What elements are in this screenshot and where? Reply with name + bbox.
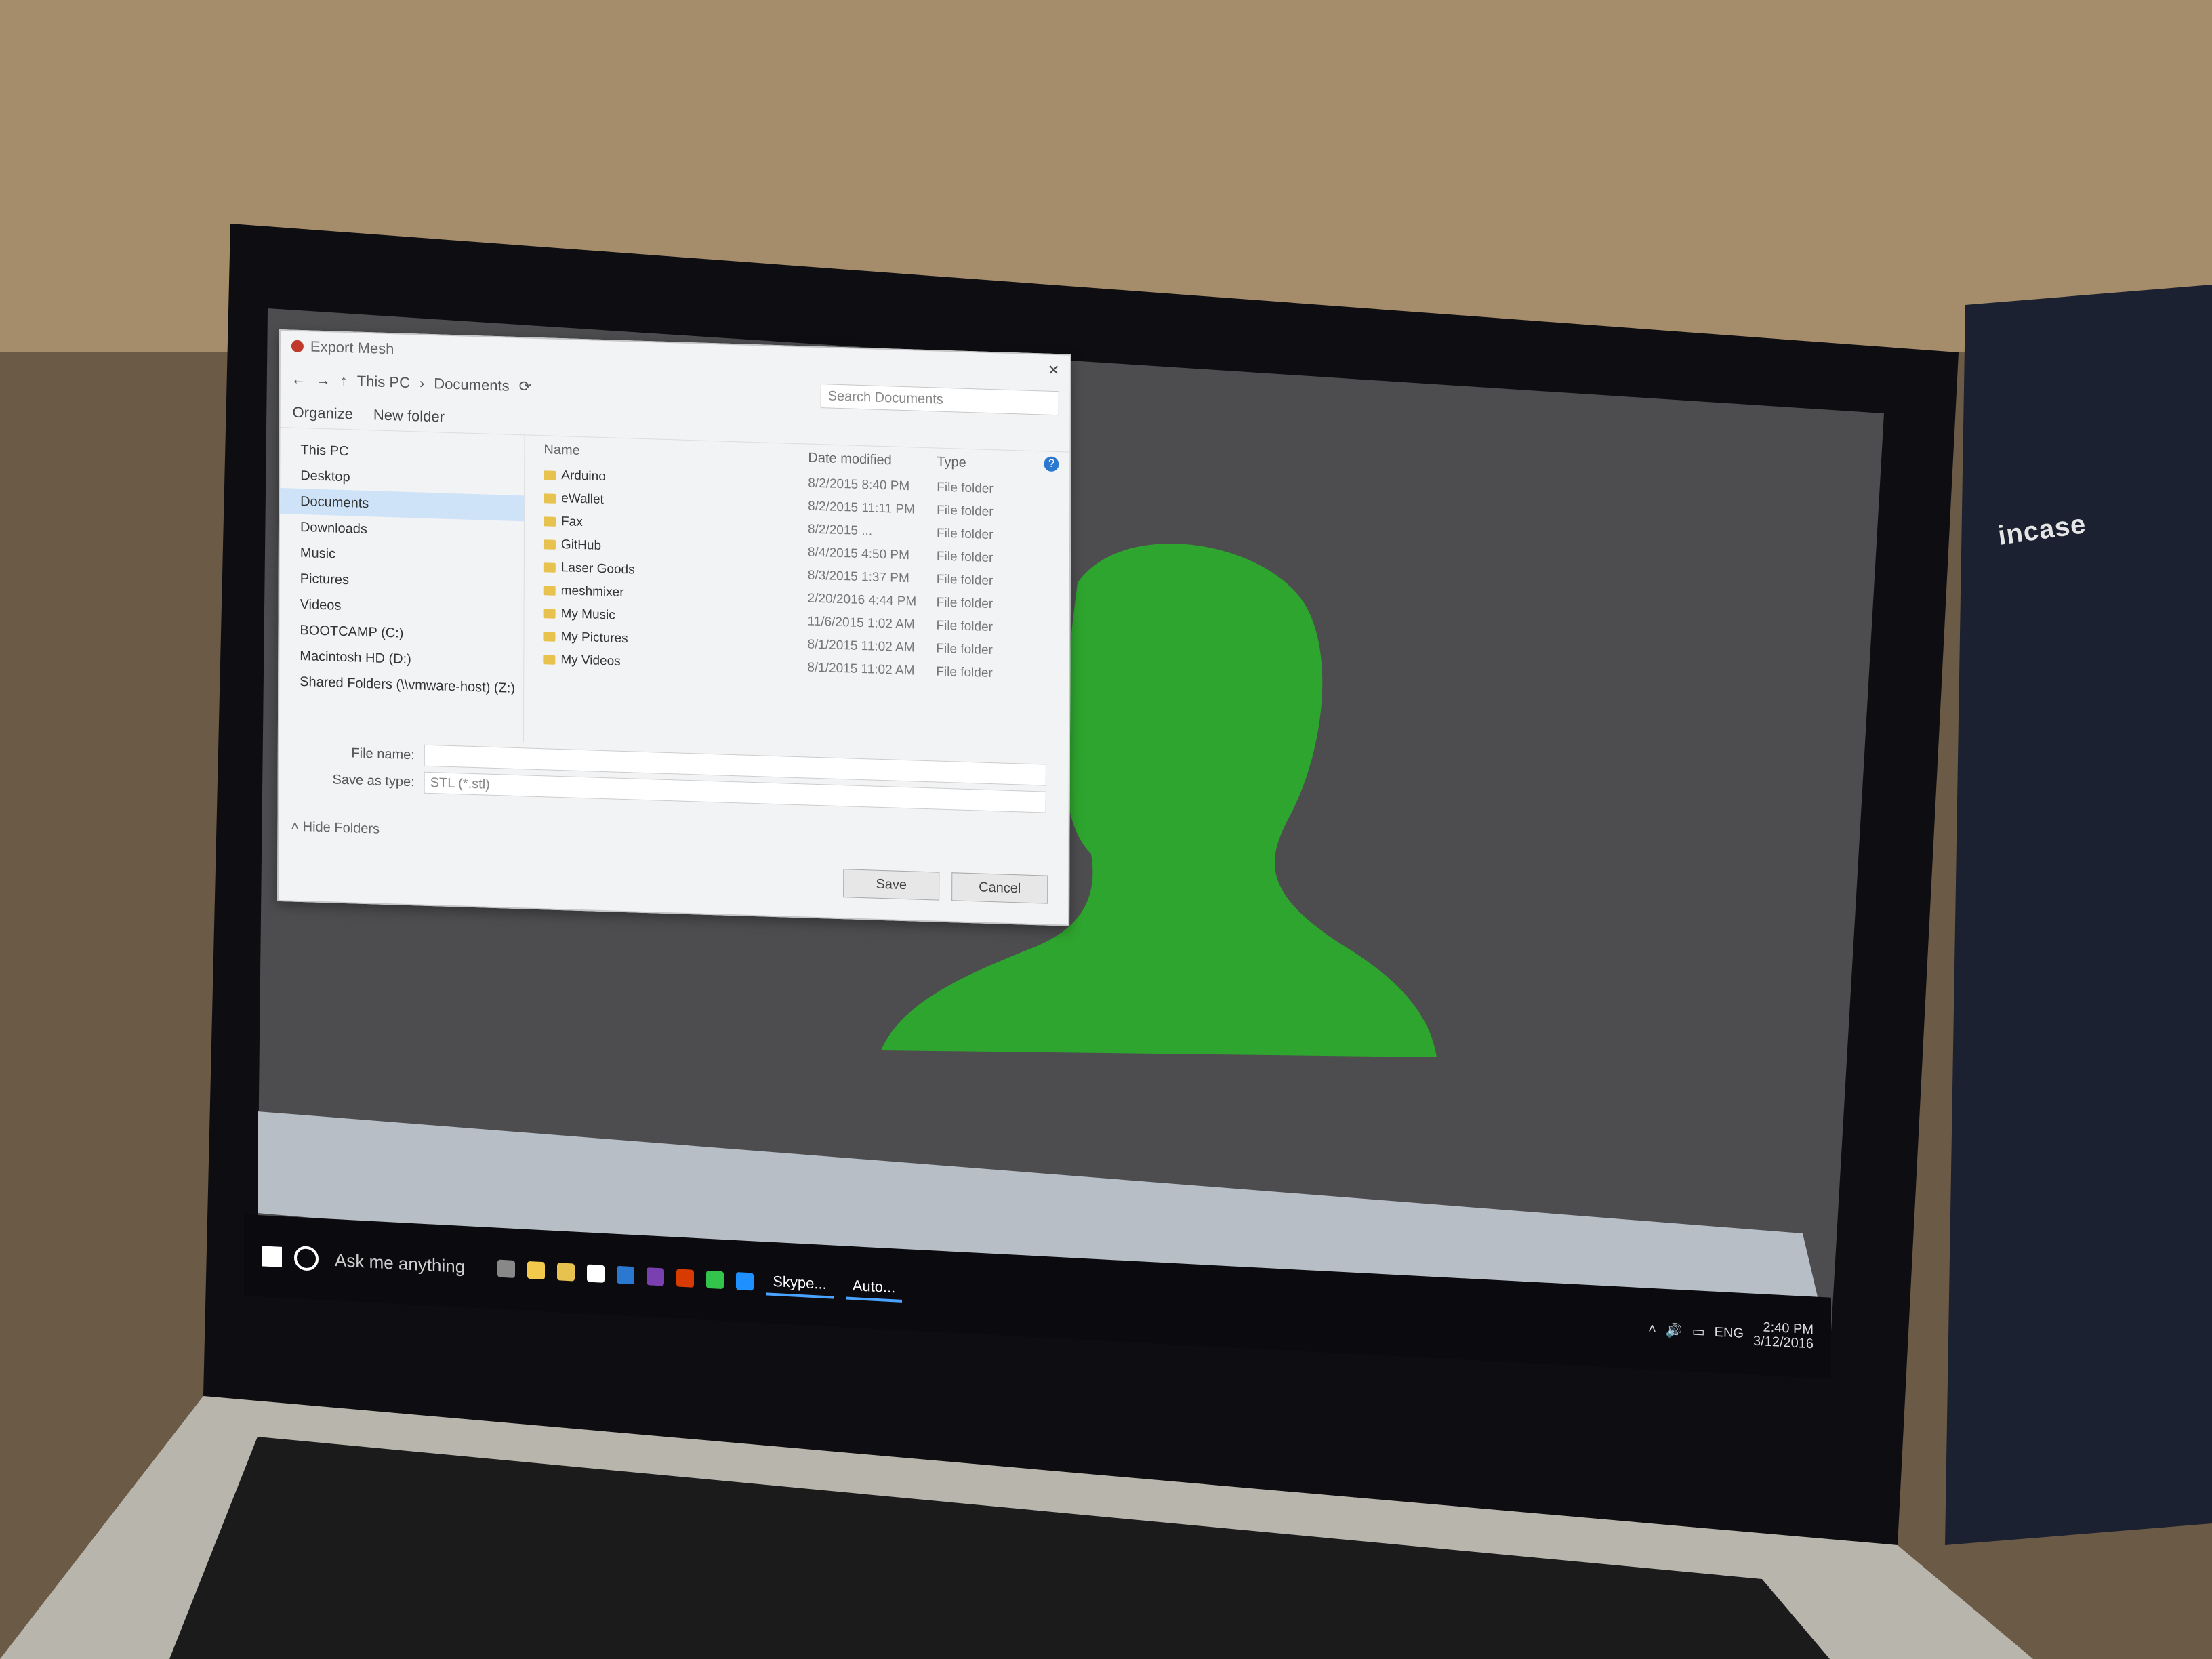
column-type[interactable]: Type xyxy=(937,454,966,470)
dialog-content: This PC Desktop Documents Downloads Musi… xyxy=(279,427,1070,760)
file-list: ? Name Date modified Type Arduino 8/2/20… xyxy=(524,434,1070,759)
file-type: File folder xyxy=(937,480,994,497)
column-date[interactable]: Date modified xyxy=(808,450,937,470)
clock-date: 3/12/2016 xyxy=(1753,1333,1814,1352)
app-icon xyxy=(291,340,304,353)
file-name: Fax xyxy=(561,514,583,530)
folder-icon xyxy=(544,470,556,480)
notifications-icon[interactable]: ▭ xyxy=(1692,1322,1705,1340)
nav-label: Macintosh HD (D:) xyxy=(300,648,411,667)
windows-start-icon[interactable] xyxy=(262,1246,282,1267)
folder-icon xyxy=(543,609,556,619)
cortana-search-text[interactable]: Ask me anything xyxy=(335,1250,465,1277)
column-name[interactable]: Name xyxy=(544,442,808,466)
file-name: Arduino xyxy=(561,468,606,485)
file-name: My Videos xyxy=(560,653,621,669)
file-date: 8/1/2015 11:02 AM xyxy=(807,637,915,655)
file-name: My Music xyxy=(560,607,615,623)
folder-icon xyxy=(543,586,556,596)
nav-label: Downloads xyxy=(300,519,367,537)
language-indicator[interactable]: ENG xyxy=(1715,1324,1744,1341)
task-view-icon[interactable] xyxy=(497,1259,516,1278)
file-date: 2/20/2016 4:44 PM xyxy=(807,591,917,609)
file-date: 11/6/2015 1:02 AM xyxy=(807,614,915,632)
forward-arrow-icon[interactable]: → xyxy=(316,371,331,390)
nav-label: This PC xyxy=(300,442,349,459)
file-type: File folder xyxy=(936,618,994,635)
chrome-icon[interactable] xyxy=(527,1261,546,1280)
back-arrow-icon[interactable]: ← xyxy=(291,371,306,389)
hide-folders-toggle[interactable]: ˄ Hide Folders xyxy=(279,819,1068,859)
folder-icon xyxy=(543,539,556,550)
breadcrumb-documents[interactable]: Documents xyxy=(434,375,509,394)
file-type: File folder xyxy=(936,572,994,589)
export-mesh-dialog: Export Mesh × ← → ↑ This PC › Documents … xyxy=(277,329,1071,926)
system-clock[interactable]: 2:40 PM 3/12/2016 xyxy=(1753,1319,1814,1352)
system-tray: ˄ 🔊 ▭ ENG 2:40 PM 3/12/2016 xyxy=(1648,1315,1814,1352)
dialog-buttons: Save Cancel xyxy=(843,869,1048,904)
nav-label: Music xyxy=(300,545,336,562)
nav-label: Shared Folders (\\vmware-host) (Z:) xyxy=(300,674,516,696)
folder-icon xyxy=(543,562,556,573)
file-explorer-icon[interactable] xyxy=(557,1263,575,1282)
nav-label: Pictures xyxy=(300,571,350,588)
file-name: Laser Goods xyxy=(560,560,635,577)
file-name: My Pictures xyxy=(560,630,628,647)
new-folder-button[interactable]: New folder xyxy=(373,406,445,426)
laptop-case xyxy=(1945,285,2212,1545)
skype-taskbar-item[interactable]: Skype... xyxy=(766,1269,834,1299)
chevron-up-icon[interactable]: ˄ xyxy=(1648,1321,1656,1337)
dialog-title: Export Mesh xyxy=(310,337,394,358)
close-icon[interactable]: × xyxy=(1048,359,1059,382)
breadcrumb-this-pc[interactable]: This PC xyxy=(357,373,410,392)
nav-label: BOOTCAMP (C:) xyxy=(300,622,404,641)
folder-icon xyxy=(544,493,556,504)
search-placeholder: Search Documents xyxy=(827,388,943,407)
file-type: File folder xyxy=(936,664,993,681)
refresh-icon[interactable]: ⟳ xyxy=(519,377,532,396)
file-date: 8/2/2015 8:40 PM xyxy=(808,476,910,494)
cancel-button[interactable]: Cancel xyxy=(951,872,1048,904)
github-icon[interactable] xyxy=(587,1264,605,1283)
file-type: File folder xyxy=(936,641,993,658)
file-date: 8/2/2015 ... xyxy=(808,522,873,539)
cortana-icon[interactable] xyxy=(294,1245,319,1271)
file-date: 8/4/2015 4:50 PM xyxy=(807,545,909,563)
file-type: File folder xyxy=(936,595,994,612)
chevron-up-icon: ˄ xyxy=(291,819,303,835)
organize-button[interactable]: Organize xyxy=(293,404,353,424)
folder-icon xyxy=(544,516,556,527)
file-type: File folder xyxy=(937,526,994,543)
volume-icon[interactable]: 🔊 xyxy=(1666,1321,1683,1338)
file-type: File folder xyxy=(936,549,994,566)
ie-icon[interactable] xyxy=(736,1272,754,1291)
hide-folders-label: Hide Folders xyxy=(302,819,380,837)
file-date: 8/1/2015 11:02 AM xyxy=(807,660,915,678)
file-name: meshmixer xyxy=(560,583,624,600)
folder-icon xyxy=(543,655,556,665)
search-documents-input[interactable]: Search Documents xyxy=(820,384,1059,416)
up-arrow-icon[interactable]: ↑ xyxy=(340,372,348,390)
office-icon[interactable] xyxy=(676,1269,695,1288)
help-icon[interactable]: ? xyxy=(1044,456,1059,472)
navigation-pane: This PC Desktop Documents Downloads Musi… xyxy=(279,427,525,743)
folder-icon xyxy=(543,632,556,642)
file-date: 8/2/2015 11:11 PM xyxy=(808,499,915,517)
nav-label: Videos xyxy=(300,596,342,613)
nav-label: Desktop xyxy=(300,468,350,485)
meshmixer-taskbar-item[interactable]: Auto... xyxy=(845,1273,903,1303)
save-type-label: Save as type: xyxy=(332,771,415,790)
edge-icon[interactable] xyxy=(617,1265,635,1285)
breadcrumb-separator-icon: › xyxy=(419,374,425,392)
nav-label: Documents xyxy=(300,493,369,511)
file-name: GitHub xyxy=(560,537,602,553)
save-button[interactable]: Save xyxy=(843,869,940,901)
file-name: eWallet xyxy=(561,491,604,508)
wechat-icon[interactable] xyxy=(706,1270,724,1290)
visual-studio-icon[interactable] xyxy=(647,1267,665,1286)
file-type: File folder xyxy=(937,503,994,520)
file-name-label: File name: xyxy=(351,745,415,762)
file-date: 8/3/2015 1:37 PM xyxy=(807,568,909,586)
